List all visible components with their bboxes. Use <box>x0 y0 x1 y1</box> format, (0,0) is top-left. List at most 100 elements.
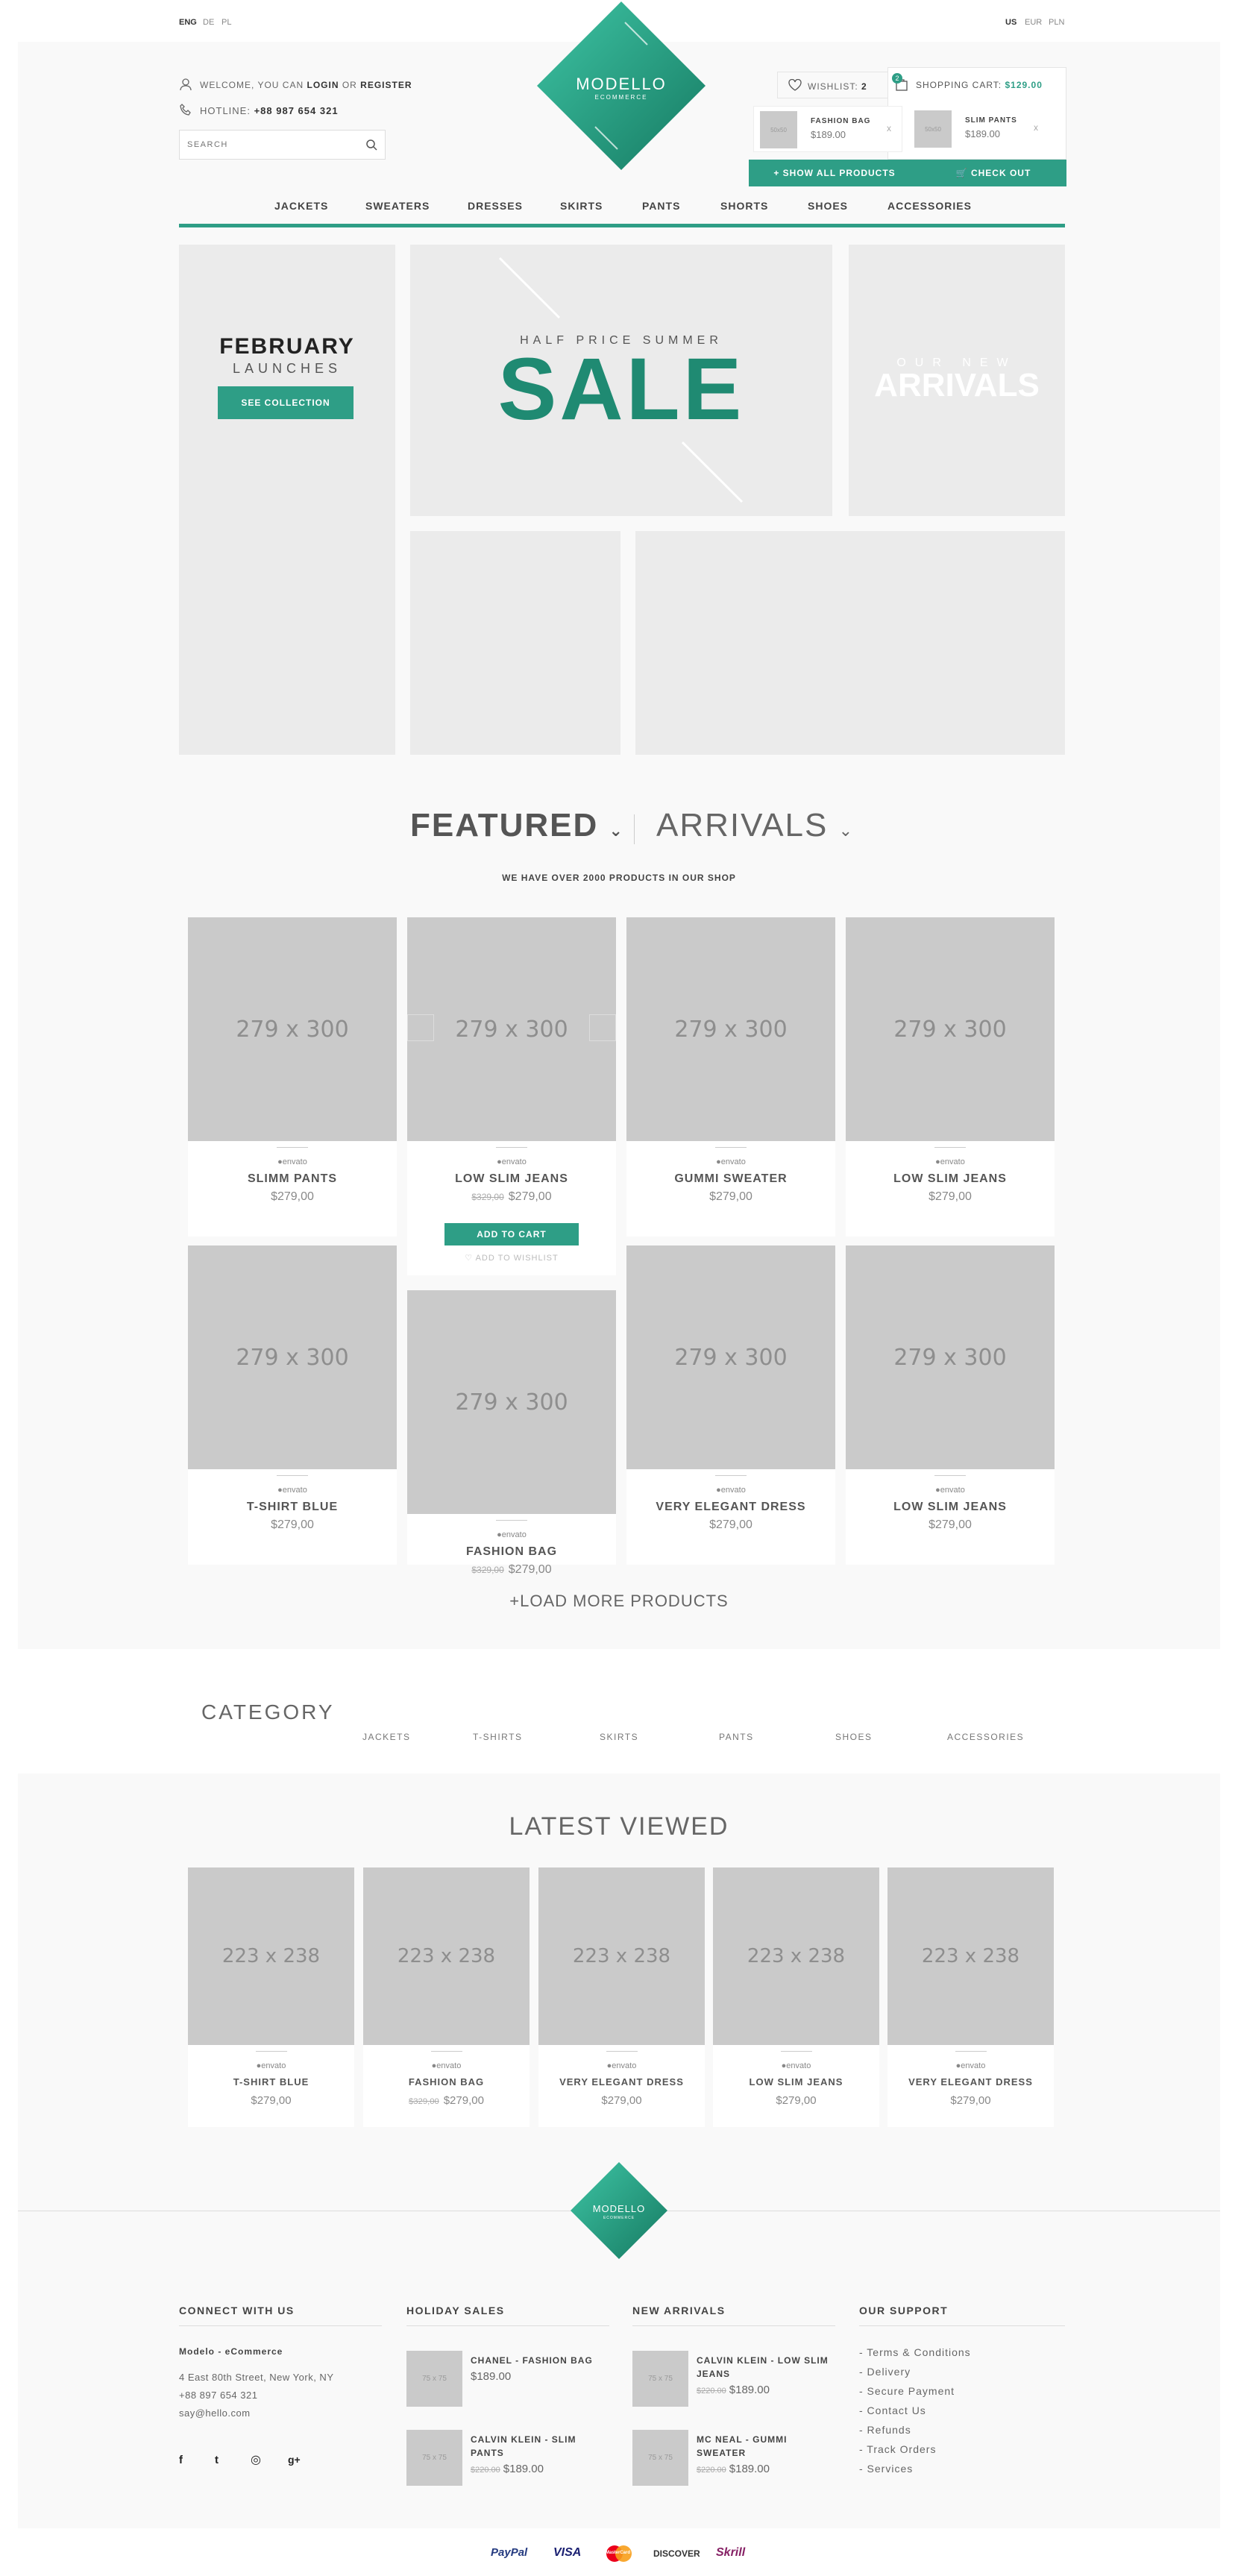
support-link[interactable]: - Services <box>859 2463 913 2475</box>
product-name[interactable]: LOW SLIM JEANS <box>846 1501 1055 1514</box>
google-plus-icon[interactable]: g+ <box>288 2454 301 2466</box>
login-link[interactable]: LOGIN <box>307 80 339 90</box>
cart-item-name[interactable]: SLIM PANTS <box>965 116 1017 125</box>
nav-accessories[interactable]: ACCESSORIES <box>887 200 972 212</box>
category-tshirts[interactable]: T-SHIRTS <box>473 1732 522 1742</box>
lang-eng[interactable]: ENG <box>179 18 197 27</box>
footer-phone[interactable]: +88 897 654 321 <box>179 2390 257 2401</box>
footer-product[interactable]: 75 x 75 CALVIN KLEIN - LOW SLIM JEANS $220… <box>632 2351 835 2410</box>
product-card[interactable]: 223 x 238 ●envato VERY ELEGANT DRESS $279,0… <box>887 1867 1054 2127</box>
product-card[interactable]: 279 x 300 ●envato GUMMI SWEATER $279,00 <box>626 917 835 1237</box>
support-link[interactable]: - Contact Us <box>859 2404 926 2416</box>
product-name[interactable]: FASHION BAG <box>407 1545 616 1559</box>
banner-small[interactable] <box>410 531 620 755</box>
product-image[interactable]: 279 x 300 <box>626 1245 835 1469</box>
product-image[interactable]: 223 x 238 <box>887 1867 1054 2045</box>
cart-item-remove[interactable]: x <box>1034 122 1038 133</box>
product-card[interactable]: 279 x 300 ●envato SLIMM PANTS $279,00 <box>188 917 397 1237</box>
footer-product-name[interactable]: MC NEAL - GUMMI SWEATER <box>697 2433 831 2460</box>
lang-pl[interactable]: PL <box>221 18 231 27</box>
support-link[interactable]: - Secure Payment <box>859 2385 955 2397</box>
see-collection-button[interactable]: SEE COLLECTION <box>218 386 354 419</box>
footer-product[interactable]: 75 x 75 MC NEAL - GUMMI SWEATER $220.00 $18… <box>632 2430 835 2489</box>
support-link[interactable]: - Terms & Conditions <box>859 2346 971 2358</box>
category-shoes[interactable]: SHOES <box>835 1732 873 1742</box>
product-card[interactable]: 279 x 300 ●envato LOW SLIM JEANS $329,00 $27… <box>407 917 616 1275</box>
lang-de[interactable]: DE <box>203 18 214 27</box>
add-to-cart-button[interactable]: ADD TO CART <box>444 1223 579 1245</box>
cart-item-remove[interactable]: x <box>887 123 891 133</box>
product-image[interactable]: 279 x 300 <box>407 917 616 1141</box>
product-card[interactable]: 223 x 238 ●envato FASHION BAG $329,00 $279,0… <box>363 1867 530 2127</box>
nav-pants[interactable]: PANTS <box>642 200 680 212</box>
product-name[interactable]: VERY ELEGANT DRESS <box>626 1501 835 1514</box>
product-name[interactable]: VERY ELEGANT DRESS <box>538 2076 705 2087</box>
search-input[interactable] <box>187 136 351 153</box>
nav-dresses[interactable]: DRESSES <box>468 200 523 212</box>
twitter-icon[interactable]: t <box>215 2454 219 2466</box>
register-link[interactable]: REGISTER <box>360 80 412 90</box>
add-to-wishlist-link[interactable]: ♡ ADD TO WISHLIST <box>407 1253 616 1263</box>
product-image[interactable]: 279 x 300 <box>188 1245 397 1469</box>
tab-featured[interactable]: FEATURED ⌄ <box>410 807 624 844</box>
support-link[interactable]: - Track Orders <box>859 2443 936 2455</box>
currency-eur[interactable]: EUR <box>1025 18 1042 27</box>
hotline-number[interactable]: +88 987 654 321 <box>254 105 339 116</box>
product-thumb[interactable]: 75 x 75 <box>632 2351 688 2407</box>
nav-shorts[interactable]: SHORTS <box>720 200 768 212</box>
product-card[interactable]: 223 x 238 ●envato VERY ELEGANT DRESS $279,0… <box>538 1867 705 2127</box>
footer-product-name[interactable]: CALVIN KLEIN - SLIM PANTS <box>471 2433 605 2460</box>
product-image[interactable]: 279 x 300 <box>846 1245 1055 1469</box>
product-name[interactable]: FASHION BAG <box>363 2076 530 2087</box>
cart-header[interactable]: 2 SHOPPING CART: $129.00 <box>892 73 1063 92</box>
product-image[interactable]: 223 x 238 <box>363 1867 530 2045</box>
next-image-arrow[interactable] <box>589 1014 616 1041</box>
currency-us[interactable]: US <box>1005 18 1017 27</box>
cart-item-name[interactable]: FASHION BAG <box>811 117 870 125</box>
footer-product[interactable]: 75 x 75 CALVIN KLEIN - SLIM PANTS $220.00 $… <box>406 2430 609 2489</box>
footer-product[interactable]: 75 x 75 CHANEL - FASHION BAG $189.00 <box>406 2351 609 2410</box>
prev-image-arrow[interactable] <box>407 1014 434 1041</box>
support-link[interactable]: - Refunds <box>859 2424 911 2436</box>
product-card[interactable]: 223 x 238 ●envato T-SHIRT BLUE $279,00 <box>188 1867 354 2127</box>
category-jackets[interactable]: JACKETS <box>362 1732 411 1742</box>
product-image[interactable]: 279 x 300 <box>846 917 1055 1141</box>
dribbble-icon[interactable]: ◎ <box>251 2452 261 2467</box>
load-more-button[interactable]: +LOAD MORE PRODUCTS <box>0 1592 1238 1611</box>
banner-arrivals[interactable]: OUR NEW ARRIVALS <box>849 245 1065 516</box>
product-card[interactable]: 279 x 300 ●envato LOW SLIM JEANS $279,00 <box>846 1245 1055 1565</box>
category-skirts[interactable]: SKIRTS <box>600 1732 638 1742</box>
product-name[interactable]: T-SHIRT BLUE <box>188 2076 354 2087</box>
product-thumb[interactable]: 75 x 75 <box>406 2351 462 2407</box>
product-image[interactable]: 223 x 238 <box>538 1867 705 2045</box>
product-name[interactable]: GUMMI SWEATER <box>626 1172 835 1186</box>
product-name[interactable]: T-SHIRT BLUE <box>188 1501 397 1514</box>
product-name[interactable]: LOW SLIM JEANS <box>407 1172 616 1186</box>
product-name[interactable]: VERY ELEGANT DRESS <box>887 2076 1054 2087</box>
product-image[interactable]: 279 x 300 <box>407 1290 616 1514</box>
product-thumb[interactable]: 75 x 75 <box>406 2430 462 2486</box>
footer-product-name[interactable]: CALVIN KLEIN - LOW SLIM JEANS <box>697 2354 831 2381</box>
product-name[interactable]: SLIMM PANTS <box>188 1172 397 1186</box>
search-icon[interactable] <box>365 139 377 154</box>
tab-arrivals[interactable]: ARRIVALS ⌄ <box>656 807 854 844</box>
product-image[interactable]: 223 x 238 <box>188 1867 354 2045</box>
nav-sweaters[interactable]: SWEATERS <box>365 200 430 212</box>
product-thumb[interactable]: 75 x 75 <box>632 2430 688 2486</box>
wishlist-button[interactable]: WISHLIST: 2 <box>777 72 887 98</box>
banner-sale[interactable]: HALF PRICE SUMMER SALE <box>410 245 832 516</box>
product-card[interactable]: 279 x 300 ●envato LOW SLIM JEANS $279,00 <box>846 917 1055 1237</box>
support-link[interactable]: - Delivery <box>859 2366 911 2378</box>
category-pants[interactable]: PANTS <box>719 1732 754 1742</box>
nav-shoes[interactable]: SHOES <box>808 200 848 212</box>
footer-logo[interactable]: MODELLO ECOMMERCE <box>570 2161 668 2260</box>
product-name[interactable]: LOW SLIM JEANS <box>846 1172 1055 1186</box>
product-name[interactable]: LOW SLIM JEANS <box>713 2076 879 2087</box>
product-image[interactable]: 279 x 300 <box>626 917 835 1141</box>
logo[interactable]: MODELLO ECOMMERCE <box>535 0 707 172</box>
show-all-products-button[interactable]: + SHOW ALL PRODUCTS <box>749 160 920 186</box>
banner-february[interactable]: FEBRUARY LAUNCHES SEE COLLECTION <box>179 245 395 755</box>
banner-wide[interactable] <box>635 531 1065 755</box>
product-image[interactable]: 223 x 238 <box>713 1867 879 2045</box>
product-card[interactable]: 223 x 238 ●envato LOW SLIM JEANS $279,00 <box>713 1867 879 2127</box>
